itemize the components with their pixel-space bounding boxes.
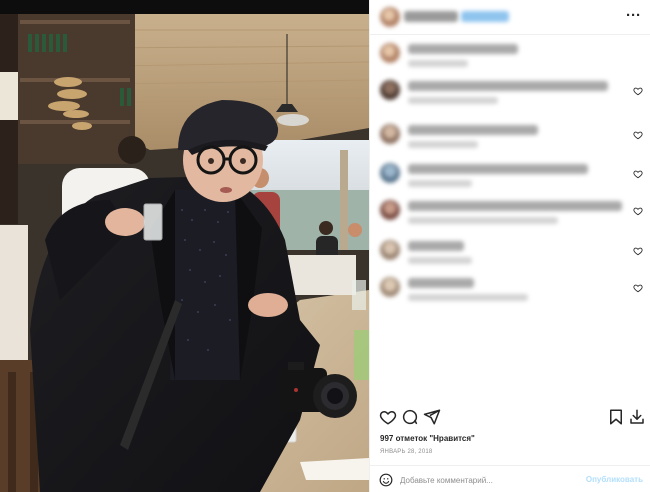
add-comment-bar: Опубликовать — [370, 465, 650, 492]
author-avatar[interactable] — [380, 7, 400, 27]
caption-meta-redacted — [408, 60, 468, 67]
avatar[interactable] — [380, 163, 400, 183]
post-date[interactable]: ЯНВАРЬ 28, 2018 — [380, 449, 432, 455]
comment-icon[interactable] — [401, 408, 419, 426]
comment-row — [370, 196, 650, 226]
comment-meta-redacted — [408, 257, 472, 264]
caption-row — [370, 39, 650, 69]
comment-row — [370, 273, 650, 303]
like-comment-heart-icon[interactable] — [633, 130, 643, 140]
comment-text-redacted — [408, 125, 538, 135]
post-actions — [370, 403, 650, 431]
avatar[interactable] — [380, 240, 400, 260]
comment-meta-redacted — [408, 294, 528, 301]
follow-link-redacted[interactable] — [461, 11, 509, 22]
like-comment-heart-icon[interactable] — [633, 283, 643, 293]
comments-list — [370, 35, 650, 400]
comment-text-redacted — [408, 241, 464, 251]
download-icon[interactable] — [628, 408, 646, 426]
like-comment-heart-icon[interactable] — [633, 169, 643, 179]
comment-text-redacted — [408, 278, 474, 288]
comment-input[interactable] — [400, 472, 578, 488]
comment-row — [370, 120, 650, 150]
post-photo — [0, 0, 369, 492]
comment-row — [370, 159, 650, 189]
share-icon[interactable] — [423, 408, 441, 426]
comment-row — [370, 236, 650, 266]
post-photo-image — [0, 0, 369, 492]
post-details-panel: ··· 997 отметок "Нравится" ЯНВАРЬ 28, 20… — [369, 0, 650, 492]
more-options-icon[interactable]: ··· — [626, 8, 641, 24]
comment-text-redacted — [408, 81, 608, 91]
avatar[interactable] — [380, 80, 400, 100]
publish-button[interactable]: Опубликовать — [586, 475, 643, 484]
comment-text-redacted — [408, 164, 588, 174]
comment-meta-redacted — [408, 97, 498, 104]
comment-meta-redacted — [408, 180, 472, 187]
post-header: ··· — [370, 0, 650, 35]
like-comment-heart-icon[interactable] — [633, 246, 643, 256]
avatar[interactable] — [380, 200, 400, 220]
avatar[interactable] — [380, 124, 400, 144]
caption-text-redacted — [408, 44, 518, 54]
likes-count[interactable]: 997 отметок "Нравится" — [380, 434, 475, 443]
comment-meta-redacted — [408, 141, 478, 148]
like-comment-heart-icon[interactable] — [633, 206, 643, 216]
avatar[interactable] — [380, 277, 400, 297]
bookmark-icon[interactable] — [607, 408, 625, 426]
heart-icon[interactable] — [379, 408, 397, 426]
emoji-icon[interactable] — [379, 473, 393, 487]
author-username-redacted[interactable] — [404, 11, 458, 22]
avatar[interactable] — [380, 43, 400, 63]
like-comment-heart-icon[interactable] — [633, 86, 643, 96]
comment-meta-redacted — [408, 217, 558, 224]
comment-text-redacted — [408, 201, 622, 211]
comment-row — [370, 76, 650, 106]
